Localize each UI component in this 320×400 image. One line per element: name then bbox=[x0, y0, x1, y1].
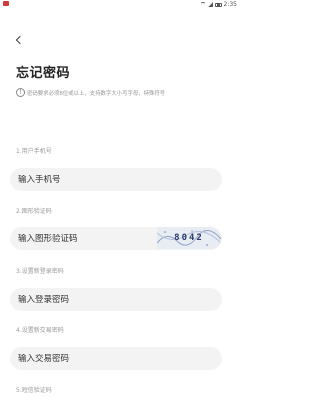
status-icons: 2:35 bbox=[199, 1, 237, 8]
captcha-image[interactable]: 8042 bbox=[157, 227, 221, 249]
phone-field-container bbox=[10, 168, 222, 191]
page-title: 忘记密码 bbox=[16, 66, 71, 81]
captcha-input[interactable] bbox=[18, 233, 158, 244]
login-password-label: 3.设置新登录密码 bbox=[16, 268, 64, 275]
login-password-field-container bbox=[10, 288, 222, 311]
signal-icon bbox=[207, 2, 213, 7]
back-button[interactable] bbox=[14, 34, 26, 46]
password-requirement-notice: ! 密码要求必须8位或以上，支持数字大小写字母，特殊符号 bbox=[16, 88, 231, 97]
notification-icon bbox=[3, 1, 9, 6]
sms-code-label: 5.短信验证码 bbox=[16, 387, 52, 394]
status-time: 2:35 bbox=[223, 1, 237, 8]
status-bar: 2:35 bbox=[0, 0, 240, 9]
phone-label: 1.用户手机号 bbox=[16, 148, 52, 155]
chevron-left-icon bbox=[15, 35, 25, 45]
phone-input[interactable] bbox=[18, 174, 158, 185]
captcha-code: 8042 bbox=[174, 233, 204, 243]
battery-icon bbox=[214, 2, 222, 7]
trade-password-label: 4.设置新交易密码 bbox=[16, 327, 64, 334]
trade-password-field-container bbox=[10, 347, 222, 370]
captcha-label: 2.图形验证码 bbox=[16, 208, 52, 215]
trade-password-input[interactable] bbox=[18, 353, 158, 364]
notice-text: 密码要求必须8位或以上，支持数字大小写字母，特殊符号 bbox=[27, 90, 166, 97]
forgot-password-screen: 2:35 忘记密码 ! 密码要求必须8位或以上，支持数字大小写字母，特殊符号 1… bbox=[0, 0, 240, 400]
login-password-input[interactable] bbox=[18, 294, 158, 305]
wifi-icon bbox=[199, 2, 206, 7]
info-icon: ! bbox=[16, 88, 25, 97]
